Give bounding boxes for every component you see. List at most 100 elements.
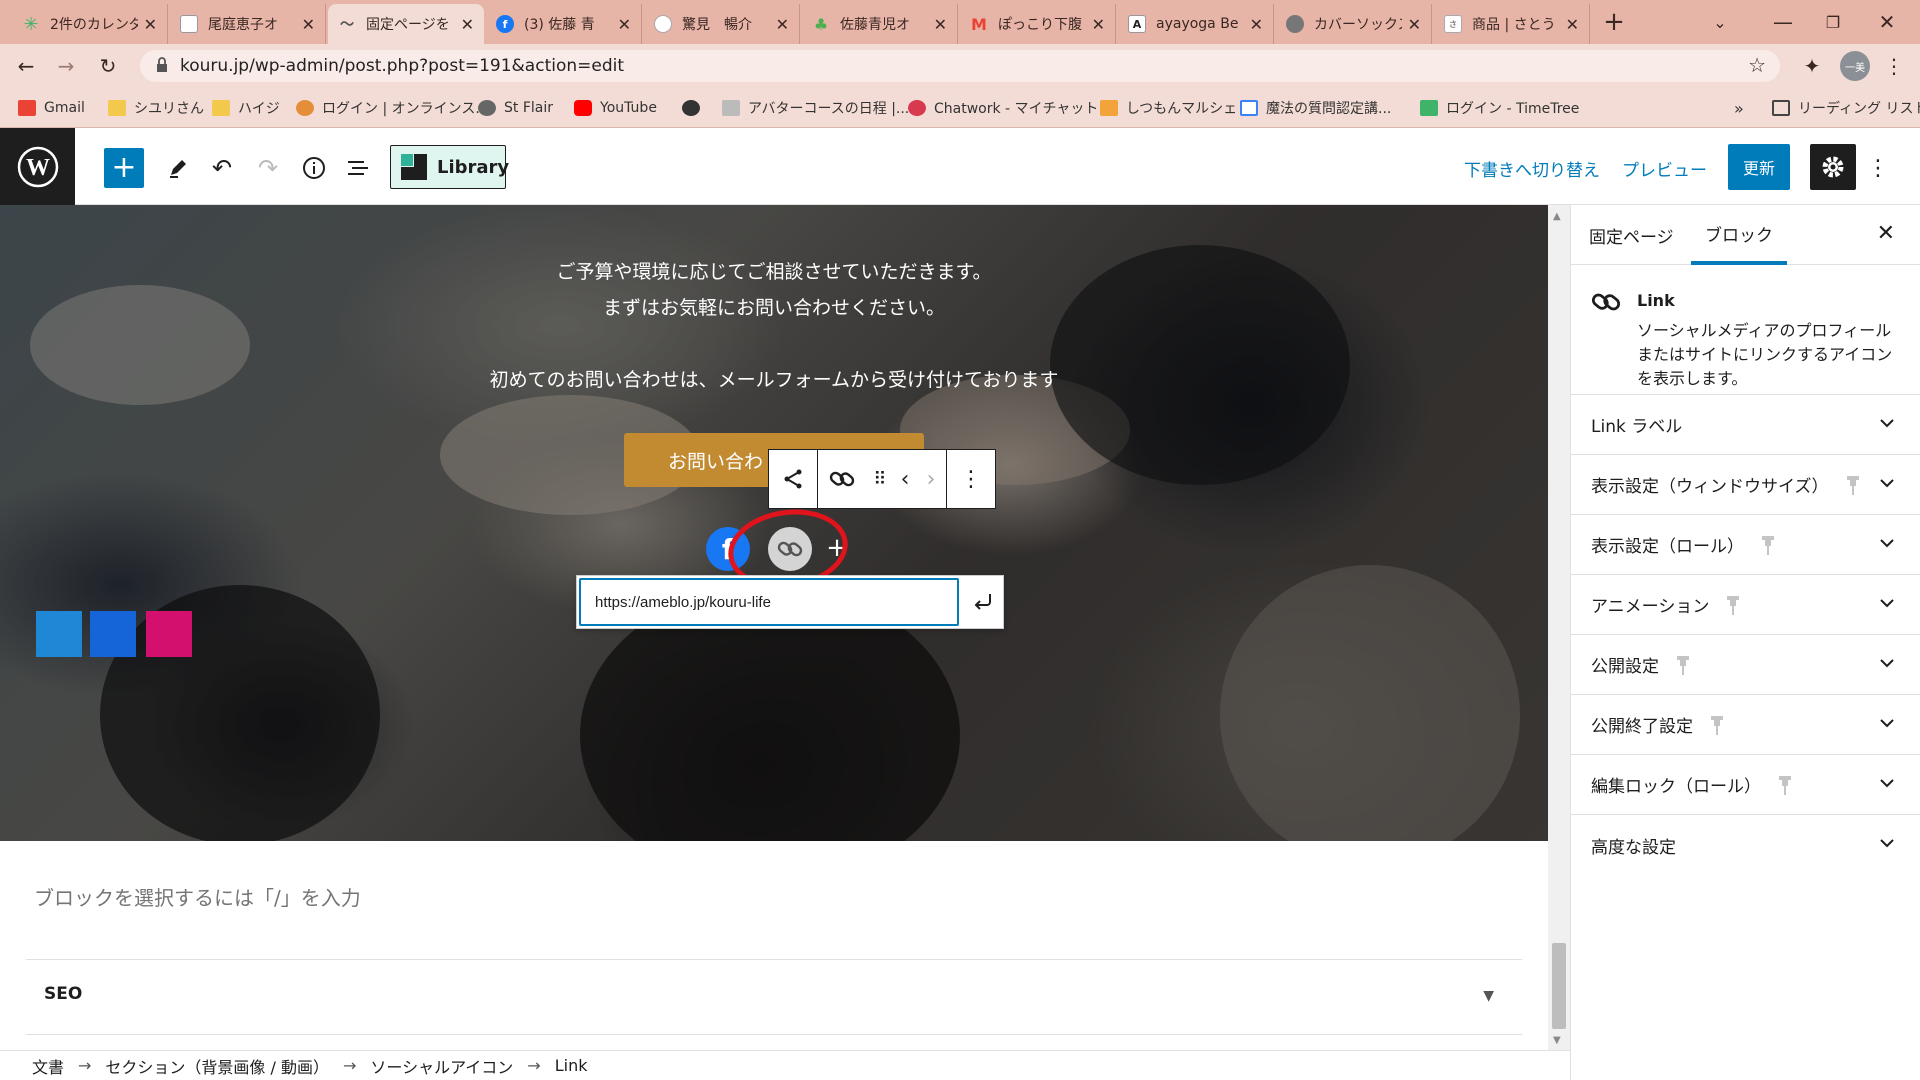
link-block-icon[interactable] — [818, 450, 866, 508]
update-button[interactable]: 更新 — [1728, 144, 1790, 190]
move-left-icon[interactable]: ‹ — [894, 450, 916, 508]
chevron-down-icon[interactable] — [1877, 413, 1897, 438]
bookmark-item[interactable]: Gmail — [18, 97, 85, 119]
bookmark-item[interactable]: シユリさん — [108, 97, 204, 119]
close-sidebar-icon[interactable]: ✕ — [1877, 221, 1895, 246]
more-options-icon[interactable]: ⋮ — [947, 450, 995, 508]
browser-tab[interactable]: 驚見 暢介 ✕ — [644, 4, 800, 44]
browser-tab[interactable]: A ayayoga Be ✕ — [1118, 4, 1274, 44]
chevron-down-icon[interactable] — [1877, 653, 1897, 678]
block-appender[interactable]: ブロックを選択するには「/」を入力 — [34, 882, 361, 911]
browser-tab[interactable]: M ぽっこり下腹 ✕ — [960, 4, 1116, 44]
close-tab-icon[interactable]: ✕ — [618, 15, 631, 34]
tab-search-icon[interactable]: ⌄ — [1700, 0, 1740, 44]
chevron-down-icon[interactable] — [1877, 773, 1897, 798]
reload-icon[interactable]: ↻ — [94, 52, 122, 80]
bookmark-item[interactable]: 魔法の質問認定講... — [1240, 97, 1391, 119]
tools-pencil-icon[interactable] — [158, 148, 198, 188]
close-tab-icon[interactable]: ✕ — [461, 15, 474, 34]
breadcrumb-item[interactable]: セクション（背景画像 / 動画） — [105, 1054, 329, 1078]
address-bar[interactable]: kouru.jp/wp-admin/post.php?post=191&acti… — [140, 50, 1780, 82]
browser-tab[interactable]: カバーソックス ✕ — [1276, 4, 1432, 44]
url-input[interactable]: https://ameblo.jp/kouru-life — [579, 578, 959, 626]
reading-list-button[interactable]: リーディング リスト — [1772, 97, 1920, 119]
panel-advanced[interactable]: 高度な設定 — [1571, 815, 1920, 875]
settings-gear-icon[interactable] — [1810, 144, 1856, 190]
bookmark-item[interactable]: Chatwork - マイチャット — [908, 97, 1098, 119]
browser-menu-icon[interactable]: ⋮ — [1880, 52, 1908, 80]
back-icon[interactable]: ← — [12, 52, 40, 80]
close-tab-icon[interactable]: ✕ — [934, 15, 947, 34]
browser-tab-strip: ✳ 2件のカレンダ ✕ 尾庭恵子オ ✕ 〜 固定ページを ✕ f (3) 佐藤 … — [0, 0, 1920, 44]
globe-icon — [682, 100, 700, 116]
options-menu-icon[interactable]: ⋮ — [1867, 148, 1889, 188]
chevron-down-icon[interactable] — [1877, 533, 1897, 558]
panel-edit-lock[interactable]: 編集ロック（ロール） — [1571, 755, 1920, 815]
browser-tab[interactable]: ♣ 佐藤青児オ ✕ — [802, 4, 958, 44]
scroll-down-icon[interactable]: ▼ — [1553, 1035, 1561, 1046]
forward-icon[interactable]: → — [52, 52, 80, 80]
chevron-down-icon[interactable] — [1877, 593, 1897, 618]
minimize-icon[interactable]: — — [1760, 0, 1806, 44]
browser-tab[interactable]: f (3) 佐藤 青 ✕ — [486, 4, 642, 44]
panel-link-label[interactable]: Link ラベル — [1571, 395, 1920, 455]
browser-tab[interactable]: 尾庭恵子オ ✕ — [170, 4, 326, 44]
browser-tab[interactable]: ✳ 2件のカレンダ ✕ — [12, 4, 168, 44]
close-tab-icon[interactable]: ✕ — [776, 15, 789, 34]
close-tab-icon[interactable]: ✕ — [1566, 15, 1579, 34]
wordpress-logo-icon[interactable]: W — [0, 128, 75, 205]
switch-to-draft-button[interactable]: 下書きへ切り替え — [1464, 156, 1600, 181]
profile-avatar[interactable]: 一美 — [1840, 51, 1870, 81]
scroll-thumb[interactable] — [1552, 943, 1566, 1029]
browser-tab-active[interactable]: 〜 固定ページを ✕ — [328, 4, 484, 44]
list-view-icon[interactable] — [338, 148, 378, 188]
bookmark-item[interactable]: ログイン - TimeTree — [1420, 97, 1579, 119]
seo-metabox[interactable]: SEO ▼ — [26, 959, 1522, 1035]
breadcrumb-item[interactable]: Link — [555, 1056, 588, 1075]
bookmark-item[interactable]: YouTube — [574, 97, 657, 119]
chevron-down-icon[interactable] — [1877, 833, 1897, 858]
drag-handle-icon[interactable]: ⠿ — [866, 450, 894, 508]
bookmark-item[interactable]: アバターコースの日程 |... — [722, 97, 909, 119]
apply-url-icon[interactable] — [965, 580, 1001, 624]
extensions-icon[interactable]: ✦ — [1798, 52, 1826, 80]
window-close-icon[interactable]: ✕ — [1864, 0, 1910, 44]
preview-button[interactable]: プレビュー — [1622, 156, 1707, 181]
close-tab-icon[interactable]: ✕ — [1092, 15, 1105, 34]
panel-display-window-size[interactable]: 表示設定（ウィンドウサイズ） — [1571, 455, 1920, 515]
breadcrumb-item[interactable]: ソーシャルアイコン — [370, 1054, 513, 1078]
bookmark-item[interactable]: ログイン | オンラインス... — [296, 97, 489, 119]
close-tab-icon[interactable]: ✕ — [302, 15, 315, 34]
chevron-down-icon[interactable] — [1877, 713, 1897, 738]
move-right-icon[interactable]: › — [916, 450, 946, 508]
info-icon[interactable] — [294, 148, 334, 188]
share-icon[interactable] — [769, 450, 817, 508]
canvas-scrollbar[interactable]: ▲ ▼ — [1548, 205, 1570, 1050]
add-block-button[interactable]: + — [104, 148, 144, 188]
caret-down-icon[interactable]: ▼ — [1483, 988, 1494, 1004]
close-tab-icon[interactable]: ✕ — [1408, 15, 1421, 34]
tab-page[interactable]: 固定ページ — [1589, 205, 1674, 265]
panel-publish-settings[interactable]: 公開設定 — [1571, 635, 1920, 695]
panel-publish-end[interactable]: 公開終了設定 — [1571, 695, 1920, 755]
bookmarks-overflow-button[interactable]: » — [1734, 97, 1744, 119]
bookmark-item[interactable]: ハイジ — [212, 97, 280, 119]
breadcrumb-item[interactable]: 文書 — [32, 1054, 64, 1078]
close-tab-icon[interactable]: ✕ — [1250, 15, 1263, 34]
undo-icon[interactable]: ↶ — [202, 148, 242, 188]
close-tab-icon[interactable]: ✕ — [144, 15, 157, 34]
new-tab-button[interactable]: + — [1596, 0, 1632, 44]
bookmark-item[interactable]: しつもんマルシェ — [1100, 97, 1237, 119]
library-button[interactable]: Library — [390, 145, 509, 189]
redo-icon[interactable]: ↷ — [248, 148, 288, 188]
panel-display-role[interactable]: 表示設定（ロール） — [1571, 515, 1920, 575]
chevron-down-icon[interactable] — [1877, 473, 1897, 498]
bookmark-item[interactable]: St Flair — [478, 97, 553, 119]
bookmark-item[interactable] — [682, 97, 708, 119]
tab-block[interactable]: ブロック — [1691, 205, 1787, 265]
bookmark-star-icon[interactable]: ☆ — [1748, 53, 1766, 77]
scroll-up-icon[interactable]: ▲ — [1553, 211, 1561, 222]
browser-tab[interactable]: さ 商品 | さとう ✕ — [1434, 4, 1590, 44]
panel-animation[interactable]: アニメーション — [1571, 575, 1920, 635]
restore-icon[interactable]: ❐ — [1810, 0, 1856, 44]
